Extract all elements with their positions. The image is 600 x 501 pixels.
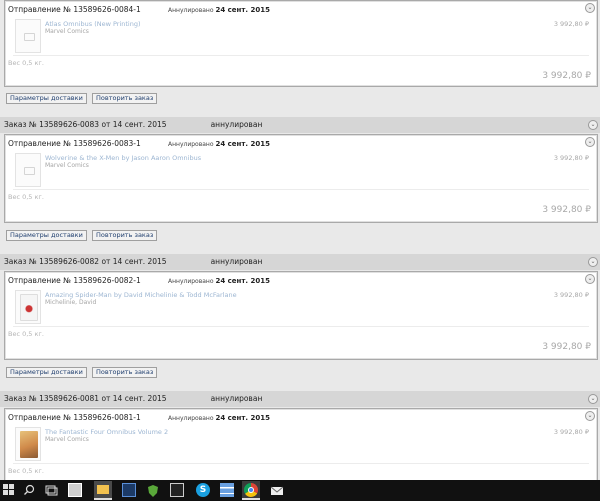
chevron-down-icon[interactable]: ⌄ <box>585 3 595 13</box>
repeat-order-button[interactable]: Повторить заказ <box>92 367 158 378</box>
delivery-params-button[interactable]: Параметры доставки <box>6 230 87 241</box>
repeat-order-button[interactable]: Повторить заказ <box>92 93 158 104</box>
fantastic-four-cover-icon <box>20 431 38 458</box>
spiderman-cover-icon <box>20 294 38 321</box>
shipment-status: Аннулировано 24 сент. 2015 <box>168 277 271 285</box>
order-status: аннулирован <box>210 394 263 403</box>
photoshop-icon[interactable] <box>122 483 136 497</box>
item-price: 3 992,80 ₽ <box>553 20 589 28</box>
item-price: 3 992,80 ₽ <box>553 291 589 299</box>
item-publisher: Marvel Comics <box>45 436 89 443</box>
order-header[interactable]: Заказ № 13589626-0081 от 14 сент. 2015 ан… <box>0 391 600 407</box>
item-title-link[interactable]: Wolverine & the X-Men by Jason Aaron Omn… <box>45 154 201 162</box>
item-title-link[interactable]: The Fantastic Four Omnibus Volume 2 <box>45 428 168 436</box>
order-number: Заказ № 13589626-0083 от 14 сент. 2015 <box>4 120 167 129</box>
shipment-weight: Вес 0,5 кг. <box>8 330 44 338</box>
search-icon[interactable] <box>22 483 36 497</box>
media-icon[interactable] <box>170 483 184 497</box>
chevron-down-icon[interactable]: ⌄ <box>585 137 595 147</box>
delivery-params-button[interactable]: Параметры доставки <box>6 93 87 104</box>
order-number: Заказ № 13589626-0081 от 14 сент. 2015 <box>4 394 167 403</box>
item-publisher: Marvel Comics <box>45 28 89 35</box>
file-explorer-icon[interactable] <box>94 481 112 500</box>
chevron-down-icon[interactable]: ⌄ <box>588 394 598 404</box>
shipment-status: Аннулировано 24 сент. 2015 <box>168 6 271 14</box>
shipment-status: Аннулировано 24 сент. 2015 <box>168 414 271 422</box>
delivery-params-button[interactable]: Параметры доставки <box>6 367 87 378</box>
order-status: аннулирован <box>210 257 263 266</box>
shipment-card: Отправление № 13589626-0083-1 Аннулирова… <box>4 134 598 223</box>
chevron-down-icon[interactable]: ⌄ <box>588 257 598 267</box>
shipment-total: 3 992,80 ₽ <box>542 71 591 81</box>
order-header[interactable]: Заказ № 13589626-0082 от 14 сент. 2015 ан… <box>0 254 600 270</box>
shipment-title: Отправление № 13589626-0081-1 <box>8 413 141 422</box>
chevron-down-icon[interactable]: ⌄ <box>588 120 598 130</box>
stack-icon[interactable] <box>220 483 234 497</box>
item-title-link[interactable]: Atlas Omnibus (New Printing) <box>45 20 141 28</box>
mail-icon[interactable] <box>270 483 284 497</box>
chrome-icon[interactable] <box>242 481 260 500</box>
chevron-down-icon[interactable]: ⌄ <box>585 411 595 421</box>
shipment-card: Отправление № 13589626-0084-1 Аннулирова… <box>4 0 598 87</box>
item-price: 3 992,80 ₽ <box>553 154 589 162</box>
shipment-total: 3 992,80 ₽ <box>542 205 591 215</box>
shipment-weight: Вес 0,5 кг. <box>8 193 44 201</box>
skype-icon[interactable]: S <box>196 483 210 497</box>
shipment-card: Отправление № 13589626-0082-1 Аннулирова… <box>4 271 598 360</box>
explorer-icon[interactable] <box>68 483 82 497</box>
shipment-weight: Вес 0,5 кг. <box>8 59 44 67</box>
order-header[interactable]: Заказ № 13589626-0083 от 14 сент. 2015 ан… <box>0 117 600 133</box>
shipment-status: Аннулировано 24 сент. 2015 <box>168 140 271 148</box>
camera-placeholder-icon <box>15 19 41 53</box>
shipment-total: 3 992,80 ₽ <box>542 342 591 352</box>
repeat-order-button[interactable]: Повторить заказ <box>92 230 158 241</box>
item-publisher: Michelinie, David <box>45 299 97 306</box>
divider <box>13 189 589 190</box>
order-status: аннулирован <box>210 120 263 129</box>
shipment-title: Отправление № 13589626-0082-1 <box>8 276 141 285</box>
divider <box>13 326 589 327</box>
camera-placeholder-icon <box>15 153 41 187</box>
book-cover-image[interactable] <box>15 290 41 324</box>
book-cover-image[interactable] <box>15 427 41 461</box>
shipment-title: Отправление № 13589626-0083-1 <box>8 139 141 148</box>
divider <box>13 55 589 56</box>
item-price: 3 992,80 ₽ <box>553 428 589 436</box>
shipment-title: Отправление № 13589626-0084-1 <box>8 5 141 14</box>
shipment-weight: Вес 0,5 кг. <box>8 467 44 475</box>
task-view-icon[interactable] <box>44 483 58 497</box>
order-number: Заказ № 13589626-0082 от 14 сент. 2015 <box>4 257 167 266</box>
taskbar: S <box>0 480 600 501</box>
chevron-down-icon[interactable]: ⌄ <box>585 274 595 284</box>
shipment-card: Отправление № 13589626-0081-1 Аннулирова… <box>4 408 598 488</box>
windows-start-icon[interactable] <box>2 483 16 497</box>
shield-icon[interactable] <box>146 483 160 497</box>
item-publisher: Marvel Comics <box>45 162 89 169</box>
divider <box>13 463 589 464</box>
item-title-link[interactable]: Amazing Spider-Man by David Michelinie &… <box>45 291 237 299</box>
